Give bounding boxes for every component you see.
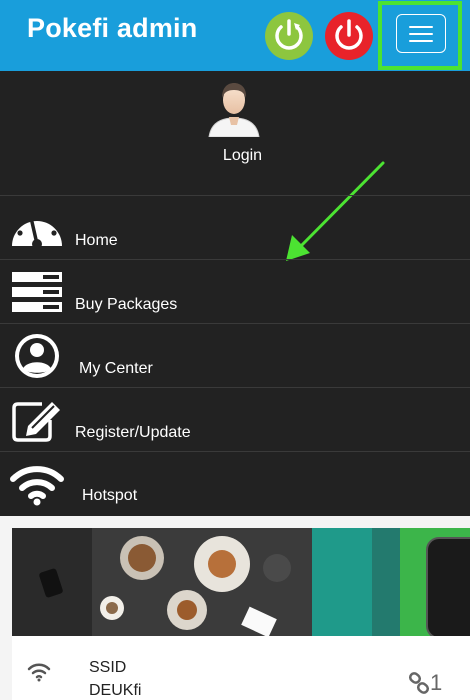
- login-section[interactable]: Login: [0, 71, 470, 261]
- menu-item-home[interactable]: Home: [0, 195, 470, 258]
- banner-image: [12, 528, 470, 636]
- menu-item-label: Hotspot: [82, 487, 138, 504]
- wifi-icon: [10, 466, 64, 506]
- user-avatar-icon: [208, 83, 260, 137]
- power-button[interactable]: [325, 12, 373, 60]
- app-header: Pokefi admin: [0, 0, 470, 71]
- network-info-panel: SSID DEUKfi 1: [12, 636, 470, 700]
- link-icon: [408, 672, 430, 694]
- refresh-power-button[interactable]: [265, 12, 313, 60]
- wifi-icon: [27, 663, 51, 682]
- server-stack-icon: [12, 272, 62, 312]
- ssid-label: SSID: [89, 659, 127, 676]
- login-link[interactable]: Login: [0, 147, 470, 165]
- edit-pencil-icon: [12, 402, 60, 442]
- content-area: SSID DEUKfi 1: [0, 516, 470, 700]
- connection-count: 1: [430, 670, 443, 695]
- menu-item-buy-packages[interactable]: Buy Packages: [0, 259, 470, 322]
- hamburger-menu-button[interactable]: [396, 14, 446, 53]
- menu-item-register-update[interactable]: Register/Update: [0, 387, 470, 450]
- menu-item-label: Register/Update: [75, 424, 191, 441]
- app-title: Pokefi admin: [27, 13, 198, 43]
- hamburger-menu-icon: [409, 26, 433, 28]
- menu-item-label: Buy Packages: [75, 296, 178, 313]
- ssid-value: DEUKfi: [89, 682, 142, 699]
- banner-carousel[interactable]: [12, 528, 470, 636]
- menu-item-hotspot[interactable]: Hotspot: [0, 451, 470, 514]
- refresh-power-icon: [265, 12, 313, 60]
- power-icon: [325, 12, 373, 60]
- menu-item-label: Home: [75, 232, 118, 249]
- user-circle-icon: [15, 334, 59, 378]
- dashboard-gauge-icon: [11, 212, 62, 249]
- menu-item-label: My Center: [79, 360, 153, 377]
- menu-item-my-center[interactable]: My Center: [0, 323, 470, 386]
